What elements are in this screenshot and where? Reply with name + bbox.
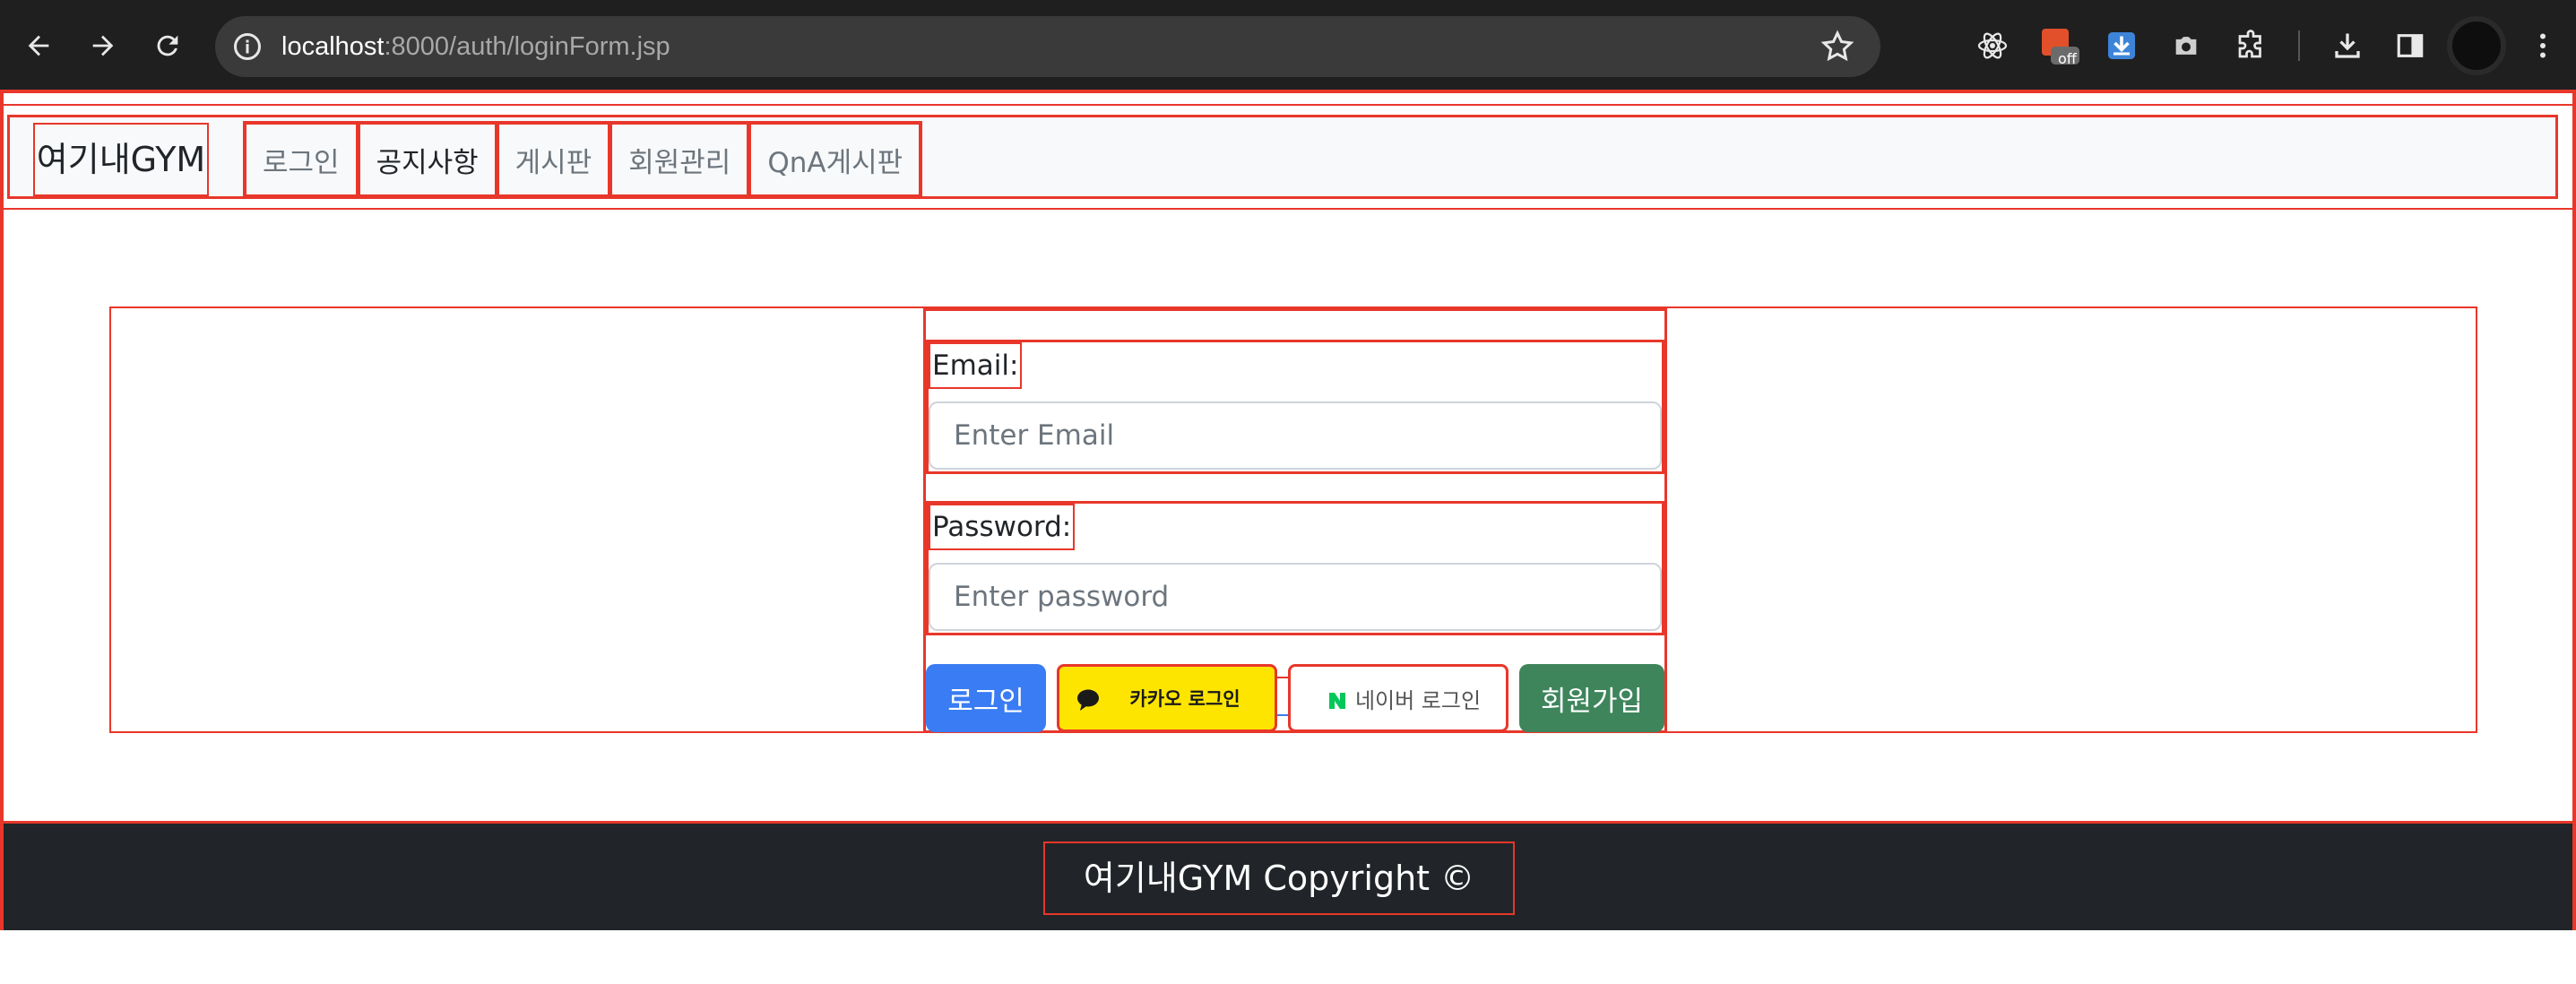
kakao-login-label: 카카오 로그인 <box>1129 688 1240 710</box>
extensions-menu[interactable] <box>2230 25 2271 66</box>
nav-menu: 로그인 공지사항 게시판 회원관리 QnA게시판 <box>243 121 923 198</box>
url-path: :8000/auth/loginForm.jsp <box>384 32 670 61</box>
nav-item-login[interactable]: 로그인 <box>246 125 360 194</box>
site-header: 여기내GYM 로그인 공지사항 게시판 회원관리 QnA게시판 <box>4 104 2576 210</box>
download-arrow-icon <box>2108 32 2135 59</box>
side-panel-button[interactable] <box>2390 25 2431 66</box>
email-group: Email: Enter Email <box>926 340 1664 474</box>
download-icon <box>2335 33 2360 58</box>
login-form: Email: Enter Email Password: Enter passw… <box>923 308 1667 733</box>
back-button[interactable] <box>16 23 61 68</box>
extension-badge-text: off <box>2058 50 2077 67</box>
url-text: localhost:8000/auth/loginForm.jsp <box>281 16 670 77</box>
nav-item-board[interactable]: 게시판 <box>499 125 613 194</box>
reload-button[interactable] <box>145 23 190 68</box>
password-input[interactable]: Enter password <box>929 563 1662 631</box>
email-label: Email: <box>929 342 1023 389</box>
react-atom-icon <box>1977 32 2008 59</box>
nav-item-notice[interactable]: 공지사항 <box>360 125 499 194</box>
arrow-right-icon <box>92 35 114 56</box>
toggle-extension[interactable]: off <box>2040 25 2081 67</box>
main-container: Email: Enter Email Password: Enter passw… <box>109 306 2477 733</box>
camera-icon <box>2175 37 2197 55</box>
naver-login-label: 네이버 로그인 <box>1354 687 1482 713</box>
login-button[interactable]: 로그인 <box>926 664 1046 732</box>
naver-n-icon <box>1329 693 1345 709</box>
forward-button[interactable] <box>81 23 125 68</box>
nav-item-members[interactable]: 회원관리 <box>612 125 752 194</box>
password-label: Password: <box>929 504 1076 550</box>
browser-menu-button[interactable] <box>2522 25 2563 66</box>
brand-logo[interactable]: 여기내GYM <box>33 123 209 196</box>
arrow-left-icon <box>28 35 49 56</box>
react-devtools-extension[interactable] <box>1972 25 2013 66</box>
side-panel-icon <box>2397 34 2424 57</box>
password-group: Password: Enter password <box>926 501 1664 635</box>
navbar: 여기내GYM 로그인 공지사항 게시판 회원관리 QnA게시판 <box>7 115 2558 199</box>
site-info-icon[interactable] <box>231 30 264 63</box>
page-body: 여기내GYM 로그인 공지사항 게시판 회원관리 QnA게시판 Email: E… <box>0 90 2576 968</box>
download-extension[interactable] <box>2101 25 2142 66</box>
signup-button[interactable]: 회원가입 <box>1519 664 1664 732</box>
address-bar[interactable]: localhost:8000/auth/loginForm.jsp <box>215 16 1880 77</box>
more-vertical-icon <box>2540 33 2546 58</box>
downloads-button[interactable] <box>2327 25 2368 66</box>
bookmark-star-icon[interactable] <box>1820 29 1855 65</box>
puzzle-icon <box>2238 30 2261 58</box>
naver-login-button[interactable]: 네이버 로그인 <box>1288 664 1508 732</box>
profile-avatar[interactable] <box>2447 16 2506 75</box>
kakao-chat-icon <box>1077 689 1099 711</box>
site-footer: 여기내GYM Copyright © 2023 <box>4 821 2572 968</box>
reload-icon <box>157 35 178 56</box>
url-host: localhost <box>281 32 385 61</box>
copyright-text: 여기내GYM Copyright © 2023 <box>1043 842 1515 968</box>
browser-toolbar: localhost:8000/auth/loginForm.jsp off <box>0 0 2576 90</box>
email-input[interactable]: Enter Email <box>929 401 1662 470</box>
toolbar-separator <box>2298 30 2300 61</box>
kakao-login-button[interactable]: 카카오 로그인 <box>1057 664 1277 732</box>
screenshot-extension[interactable] <box>2165 25 2207 66</box>
nav-item-qna[interactable]: QnA게시판 <box>751 125 919 194</box>
